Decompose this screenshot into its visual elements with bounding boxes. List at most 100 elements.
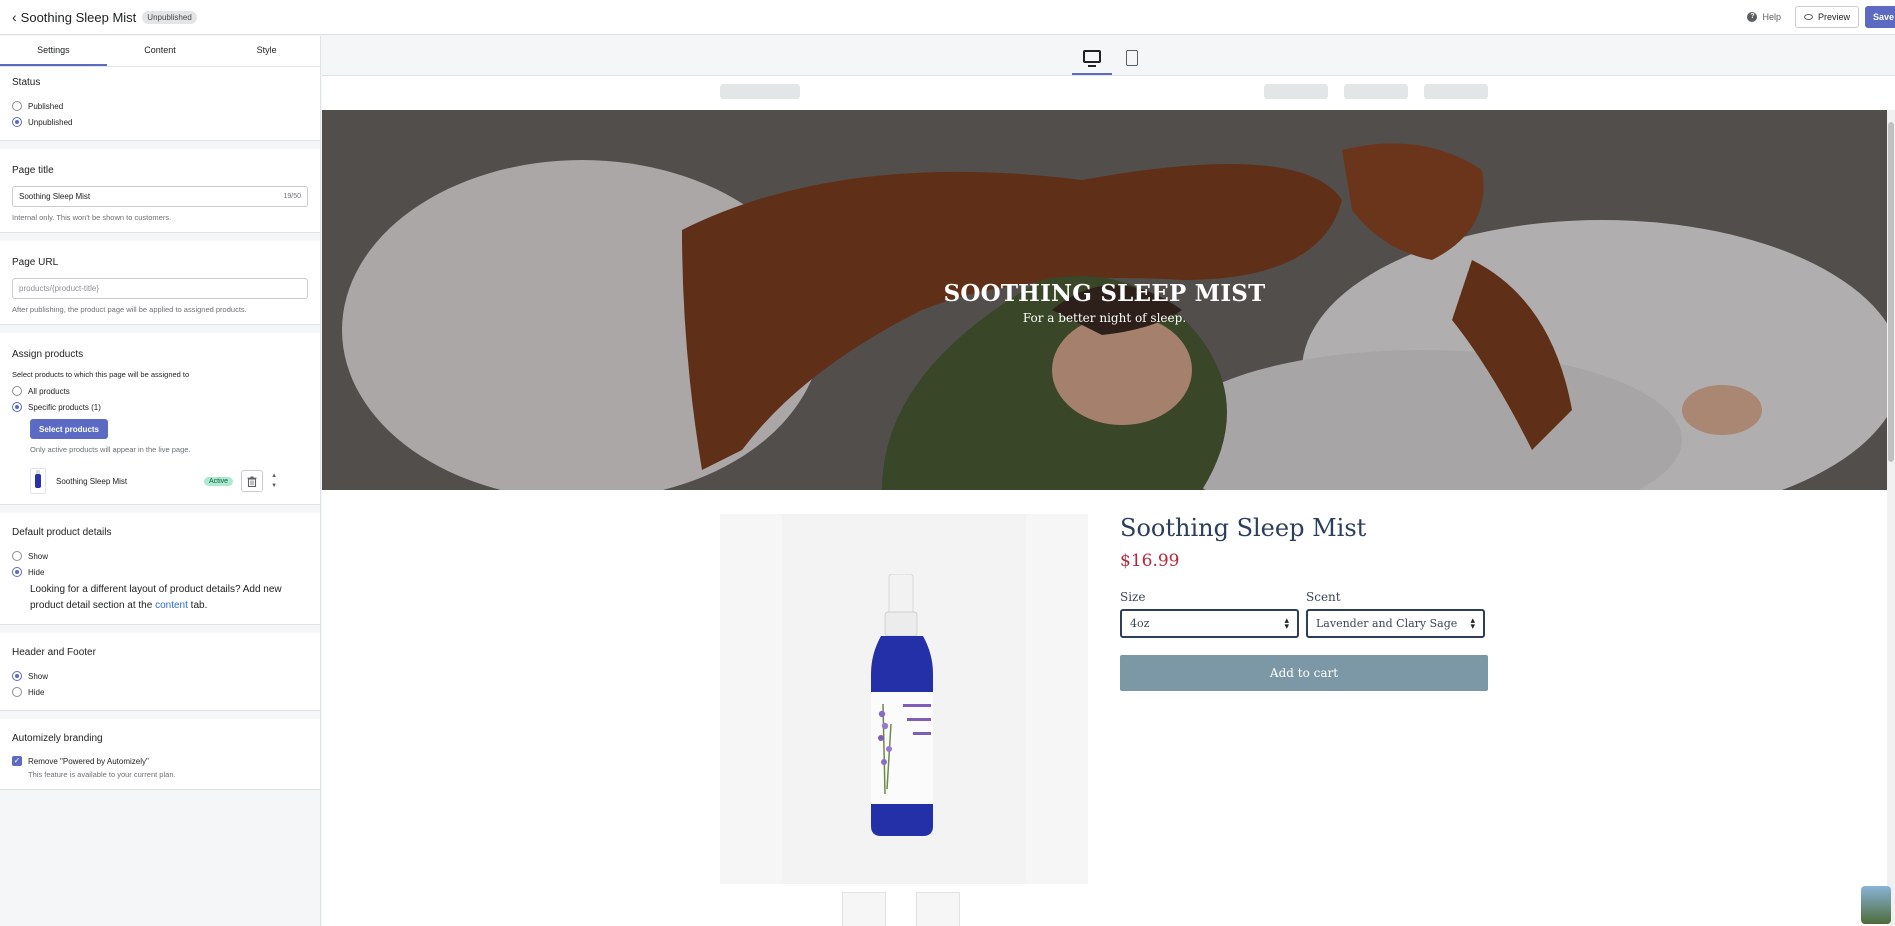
assigned-product-name: Soothing Sleep Mist [56, 476, 128, 486]
help-icon: ? [1747, 12, 1758, 22]
content-tab-link[interactable]: content [155, 600, 188, 611]
chat-avatar[interactable] [1861, 886, 1891, 924]
status-section: Status Published Unpublished [0, 67, 320, 141]
product-main-image[interactable] [720, 514, 1088, 884]
size-label: Size [1120, 590, 1146, 604]
active-products-note: Only active products will appear in the … [30, 445, 191, 454]
scent-value: Lavender and Clary Sage [1316, 617, 1458, 630]
radio-icon [12, 101, 22, 111]
desktop-view-button[interactable] [1072, 40, 1112, 75]
scent-select[interactable]: Lavender and Clary Sage ▴ ▾ [1306, 609, 1485, 638]
all-products-radio[interactable]: All products [12, 383, 308, 399]
scent-label: Scent [1306, 590, 1341, 604]
select-products-button[interactable]: Select products [30, 419, 108, 439]
radio-checked-icon [12, 671, 22, 681]
select-arrows-icon: ▴ ▾ [1284, 615, 1289, 632]
save-button[interactable]: Save [1865, 6, 1895, 28]
top-bar: ‹ Soothing Sleep Mist Unpublished ? Help… [0, 0, 1895, 35]
thumbnail-1[interactable] [842, 892, 886, 926]
header-footer-heading: Header and Footer [12, 647, 96, 658]
help-link[interactable]: ? Help [1747, 12, 1781, 22]
header-footer-section: Header and Footer Show Hide [0, 633, 320, 711]
assign-products-section: Assign products Select products to which… [0, 333, 320, 505]
bottle-icon [35, 470, 41, 488]
assigned-product-row: Soothing Sleep Mist Active ▲ ▼ [30, 468, 308, 494]
page-title: Soothing Sleep Mist [20, 9, 137, 25]
page-title-value: Soothing Sleep Mist [19, 192, 91, 201]
status-badge: Unpublished [142, 10, 197, 24]
tablet-view-button[interactable] [1112, 40, 1152, 75]
tab-style[interactable]: Style [213, 36, 320, 66]
status-unpublished-radio[interactable]: Unpublished [12, 114, 308, 130]
remove-branding-checkbox[interactable]: ✓ Remove "Powered by Automizely" [12, 754, 308, 768]
scrollbar-thumb[interactable] [1888, 122, 1894, 462]
nav-placeholder [1264, 84, 1328, 99]
specific-products-radio[interactable]: Specific products (1) [12, 399, 308, 415]
radio-checked-icon [12, 402, 22, 412]
hero-banner[interactable]: SOOTHING SLEEP MIST For a better night o… [322, 110, 1887, 490]
radio-icon [12, 551, 22, 561]
page-title-help: Internal only. This won't be shown to cu… [12, 213, 172, 222]
checkbox-label: Remove "Powered by Automizely" [28, 756, 149, 766]
preview-scrollbar[interactable] [1887, 110, 1895, 926]
product-status-badge: Active [204, 476, 234, 486]
help-label: Help [1762, 12, 1781, 22]
page-url-section: Page URL products/{product-title} After … [0, 241, 320, 325]
page-url-heading: Page URL [12, 257, 59, 268]
radio-label: Show [28, 551, 49, 561]
header-show-radio[interactable]: Show [12, 668, 308, 684]
remove-product-button[interactable] [241, 470, 264, 492]
settings-sidebar: Settings Content Style Status Published … [0, 36, 321, 926]
radio-checked-icon [12, 117, 22, 127]
radio-label: All products [28, 386, 70, 396]
page-url-input[interactable]: products/{product-title} [12, 278, 308, 299]
page-url-placeholder: products/{product-title} [19, 284, 100, 293]
hero-subtitle: For a better night of sleep. [1022, 311, 1187, 325]
caret-down-icon[interactable]: ▼ [271, 481, 277, 491]
select-arrows-icon: ▴ ▾ [1470, 615, 1475, 632]
page-title-input[interactable]: Soothing Sleep Mist 19/50 [12, 186, 308, 207]
header-hide-radio[interactable]: Hide [12, 684, 308, 700]
preview-button[interactable]: Preview [1794, 6, 1859, 28]
radio-icon [12, 687, 22, 697]
assign-desc: Select products to which this page will … [12, 370, 190, 379]
back-button[interactable]: ‹ Soothing Sleep Mist [12, 9, 136, 25]
tab-content[interactable]: Content [107, 36, 214, 66]
details-hide-radio[interactable]: Hide [12, 564, 308, 580]
radio-label: Unpublished [28, 117, 73, 127]
product-price: $16.99 [1120, 551, 1180, 571]
default-details-heading: Default product details [12, 527, 112, 538]
char-count: 19/50 [283, 193, 301, 200]
size-value: 4oz [1130, 617, 1150, 630]
status-published-radio[interactable]: Published [12, 98, 308, 114]
details-show-radio[interactable]: Show [12, 548, 308, 564]
preview-label: Preview [1817, 12, 1850, 22]
nav-placeholder [1424, 84, 1488, 99]
product-thumbnails [842, 892, 990, 926]
status-title: Status [12, 77, 41, 88]
thumbnail-2[interactable] [916, 892, 960, 926]
hero-title: SOOTHING SLEEP MIST [943, 280, 1266, 307]
spray-bottle-image [871, 574, 933, 836]
trash-icon [247, 476, 257, 487]
chevron-left-icon: ‹ [12, 9, 17, 25]
radio-label: Published [28, 101, 64, 111]
product-thumbnail [30, 468, 46, 494]
page-url-help: After publishing, the product page will … [12, 305, 247, 314]
caret-up-icon[interactable]: ▲ [271, 471, 277, 481]
radio-label: Specific products (1) [28, 402, 101, 412]
assign-products-heading: Assign products [12, 349, 84, 360]
desktop-icon [1083, 50, 1101, 67]
reorder-arrows[interactable]: ▲ ▼ [271, 471, 277, 491]
tab-settings[interactable]: Settings [0, 36, 107, 66]
branding-section: Automizely branding ✓ Remove "Powered by… [0, 719, 320, 790]
radio-icon [12, 386, 22, 396]
page-title-section: Page title Soothing Sleep Mist 19/50 Int… [0, 149, 320, 233]
tablet-icon [1126, 49, 1138, 66]
size-select[interactable]: 4oz ▴ ▾ [1120, 609, 1299, 638]
add-to-cart-button[interactable]: Add to cart [1120, 655, 1488, 691]
store-header-placeholder [322, 76, 1895, 110]
branding-help: This feature is available to your curren… [28, 770, 176, 779]
layout-note-end: tab. [187, 600, 208, 611]
device-switcher [322, 36, 1895, 76]
